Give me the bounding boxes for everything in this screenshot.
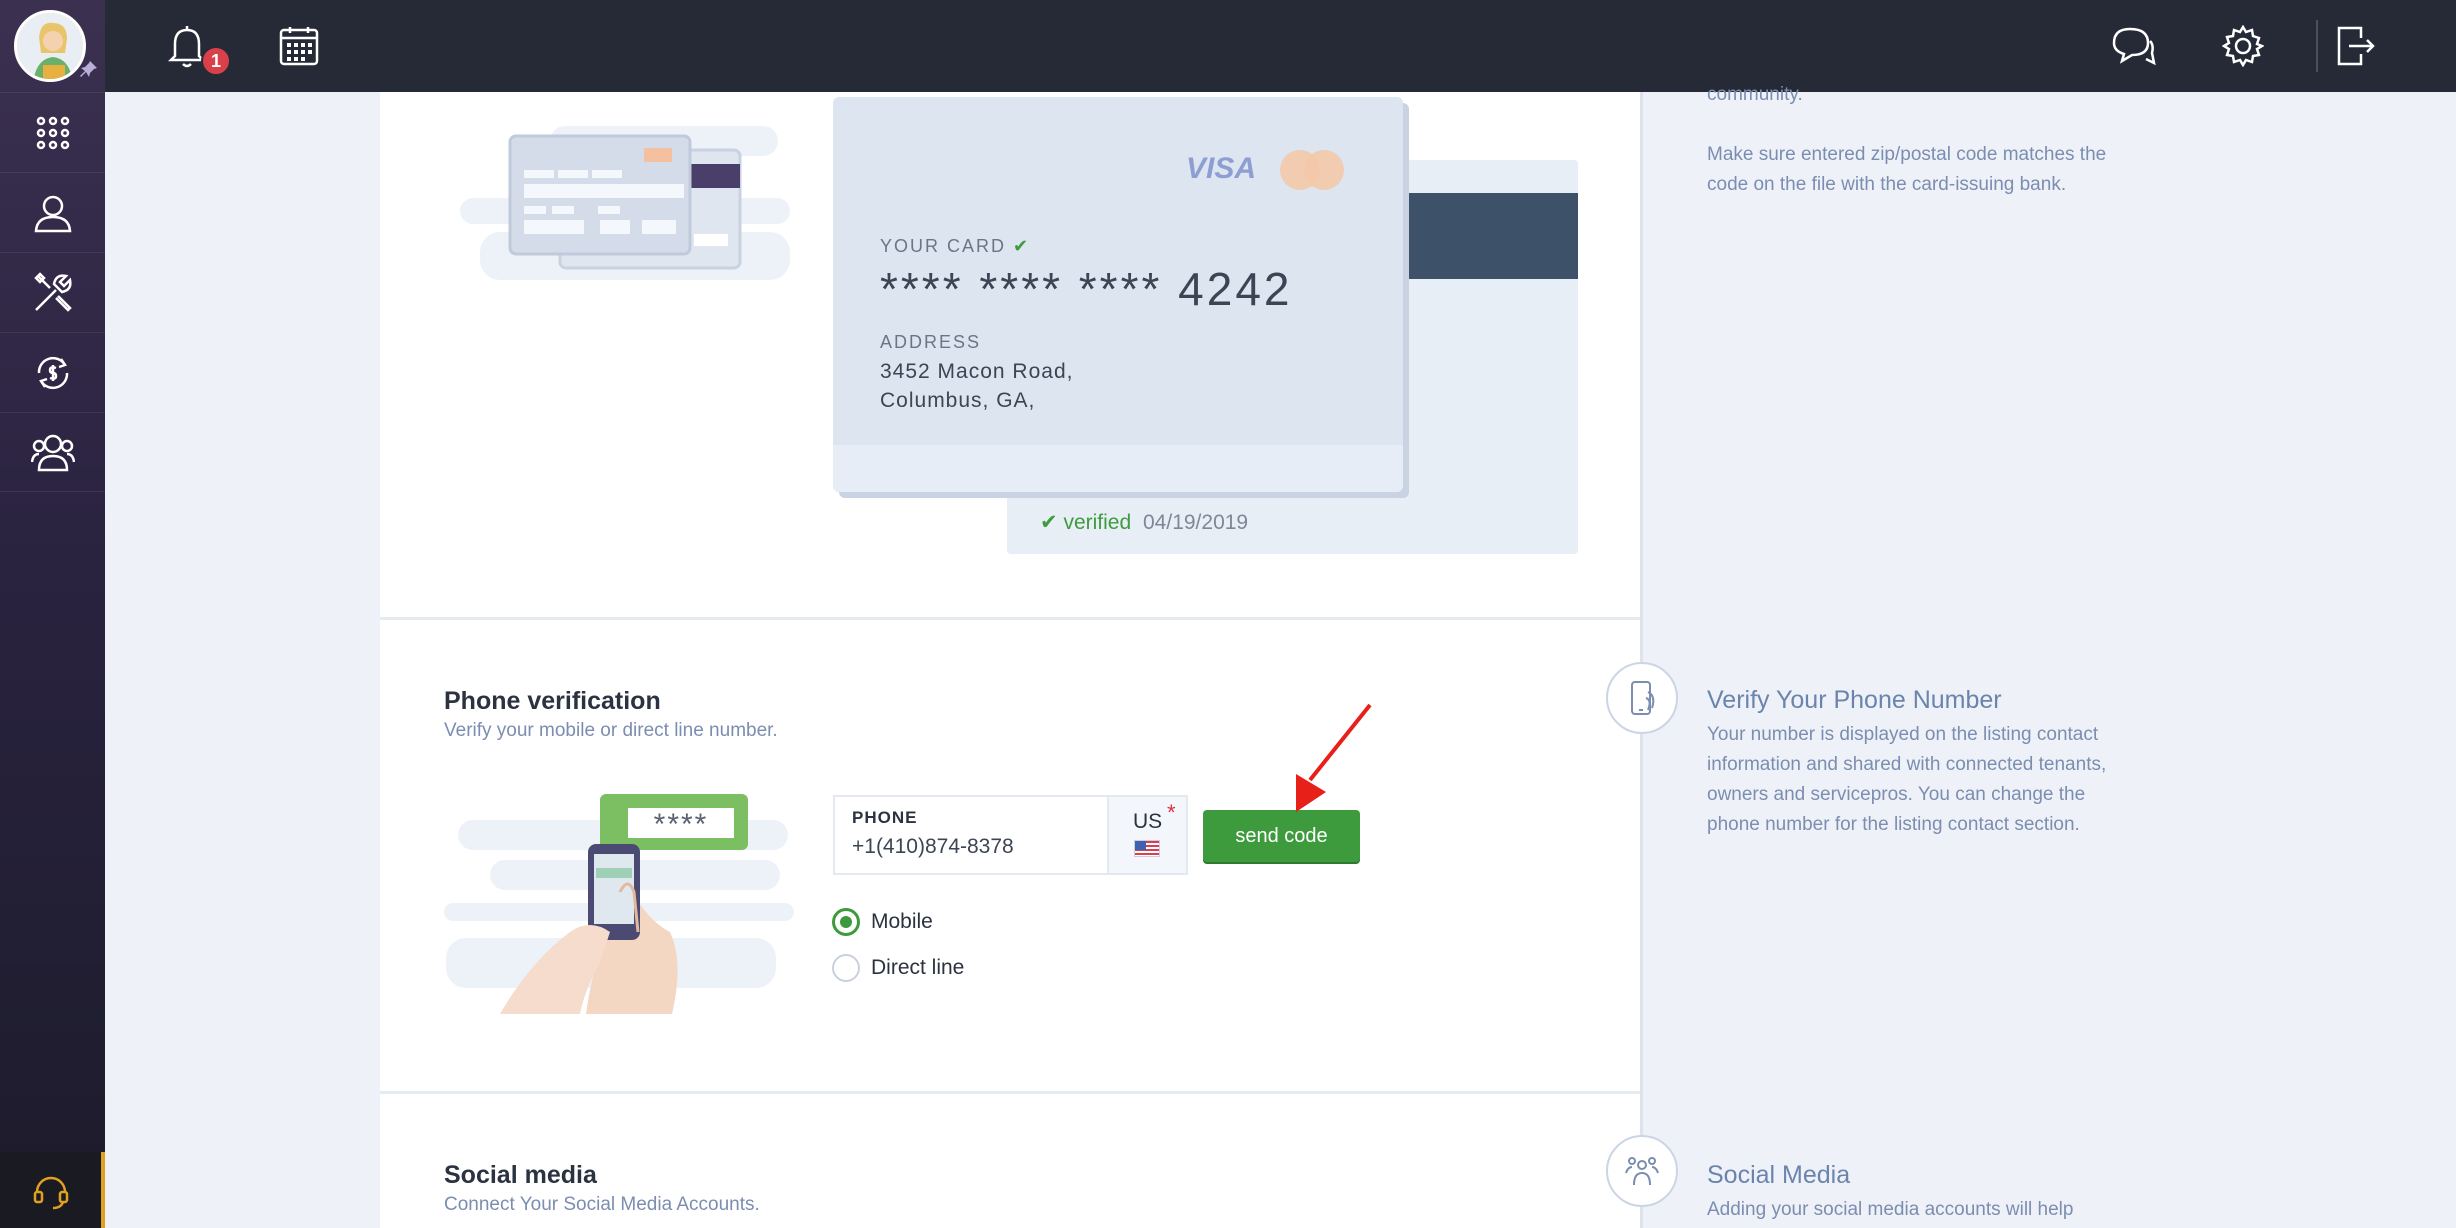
radio-mobile[interactable] — [832, 908, 860, 936]
currency-sync-icon — [37, 356, 68, 389]
required-marker: * — [1167, 800, 1176, 825]
phone-section-title: Phone verification — [444, 687, 661, 715]
section-divider — [380, 617, 1640, 620]
chat-button[interactable] — [2107, 20, 2159, 72]
calendar-button[interactable] — [273, 20, 325, 72]
address-line-1: 3452 Macon Road, — [880, 360, 1074, 383]
phone-label: PHONE — [852, 808, 918, 827]
logout-button[interactable] — [2329, 20, 2381, 72]
timeline-line — [1640, 92, 1643, 1228]
address-label: ADDRESS — [880, 332, 982, 352]
headset-icon — [33, 1176, 68, 1210]
social-info-title: Social Media — [1707, 1161, 1851, 1189]
sidebar-item-tools[interactable] — [0, 252, 105, 332]
top-bar: 1 — [105, 0, 2456, 92]
phone-info-title: Verify Your Phone Number — [1707, 686, 2002, 714]
users-group-icon — [30, 434, 75, 472]
verified-label: verified — [1063, 511, 1132, 534]
check-icon: ✔ — [1040, 511, 1058, 534]
cards-illustration — [508, 134, 742, 270]
social-step-circle — [1606, 1135, 1678, 1207]
card-number: **** **** **** 4242 — [880, 262, 1293, 316]
user-icon — [34, 195, 71, 232]
gear-icon — [2222, 25, 2264, 67]
your-card-row: YOUR CARD ✔ — [880, 236, 1030, 257]
info-panel — [1641, 92, 2181, 1228]
phone-step-circle — [1606, 662, 1678, 734]
card-last4: 4242 — [1178, 263, 1293, 315]
tools-icon — [33, 271, 72, 312]
phone-info-text: Your number is displayed on the listing … — [1707, 724, 2107, 835]
address-line-2: Columbus, GA, — [880, 389, 1036, 412]
support-button[interactable] — [0, 1152, 105, 1228]
phone-icon — [1631, 681, 1655, 715]
country-code: US — [1133, 810, 1163, 833]
chat-bubbles-icon — [2112, 27, 2156, 66]
settings-button[interactable] — [2217, 20, 2269, 72]
zip-note: Make sure entered zip/postal code matche… — [1707, 144, 2107, 195]
mastercard-logo — [1280, 150, 1344, 190]
section-divider — [380, 1091, 1640, 1094]
logout-icon — [2337, 26, 2375, 66]
sidebar-item-profile[interactable] — [0, 172, 105, 252]
red-arrow-annotation — [1296, 703, 1372, 812]
sidebar-item-apps[interactable] — [0, 92, 105, 172]
social-section-subtitle: Connect Your Social Media Accounts. — [444, 1194, 760, 1215]
calendar-icon — [279, 27, 319, 66]
card-mask: **** **** **** — [880, 263, 1163, 315]
sidebar-item-payments[interactable] — [0, 332, 105, 412]
left-sidebar — [0, 0, 105, 1228]
radio-mobile-label[interactable]: Mobile — [871, 910, 933, 934]
info-top-partial: community. — [1707, 84, 1803, 105]
phone-value[interactable]: +1(410)874-8378 — [852, 835, 1014, 859]
verified-date: 04/19/2019 — [1143, 511, 1249, 534]
social-info-text: Adding your social media accounts will h… — [1707, 1199, 2074, 1220]
social-section-title: Social media — [444, 1161, 597, 1189]
your-card-label: YOUR CARD — [880, 236, 1007, 256]
user-avatar[interactable] — [14, 10, 86, 82]
radio-direct-line-label[interactable]: Direct line — [871, 956, 964, 980]
verified-status: ✔ verified 04/19/2019 — [1040, 510, 1248, 535]
social-people-icon — [1625, 1157, 1659, 1186]
topbar-divider — [2316, 20, 2318, 72]
pin-icon[interactable] — [80, 60, 98, 83]
notification-badge: 1 — [201, 46, 231, 76]
radio-direct-line[interactable] — [832, 954, 860, 982]
check-icon: ✔ — [1013, 236, 1031, 256]
card-front-footer — [833, 445, 1403, 492]
apps-grid-icon — [36, 116, 69, 149]
us-flag-icon — [1134, 840, 1160, 857]
sidebar-item-contacts[interactable] — [0, 412, 105, 492]
phone-section-subtitle: Verify your mobile or direct line number… — [444, 720, 778, 741]
code-bubble-text: **** — [653, 808, 709, 841]
visa-logo: VISA — [1186, 152, 1257, 185]
